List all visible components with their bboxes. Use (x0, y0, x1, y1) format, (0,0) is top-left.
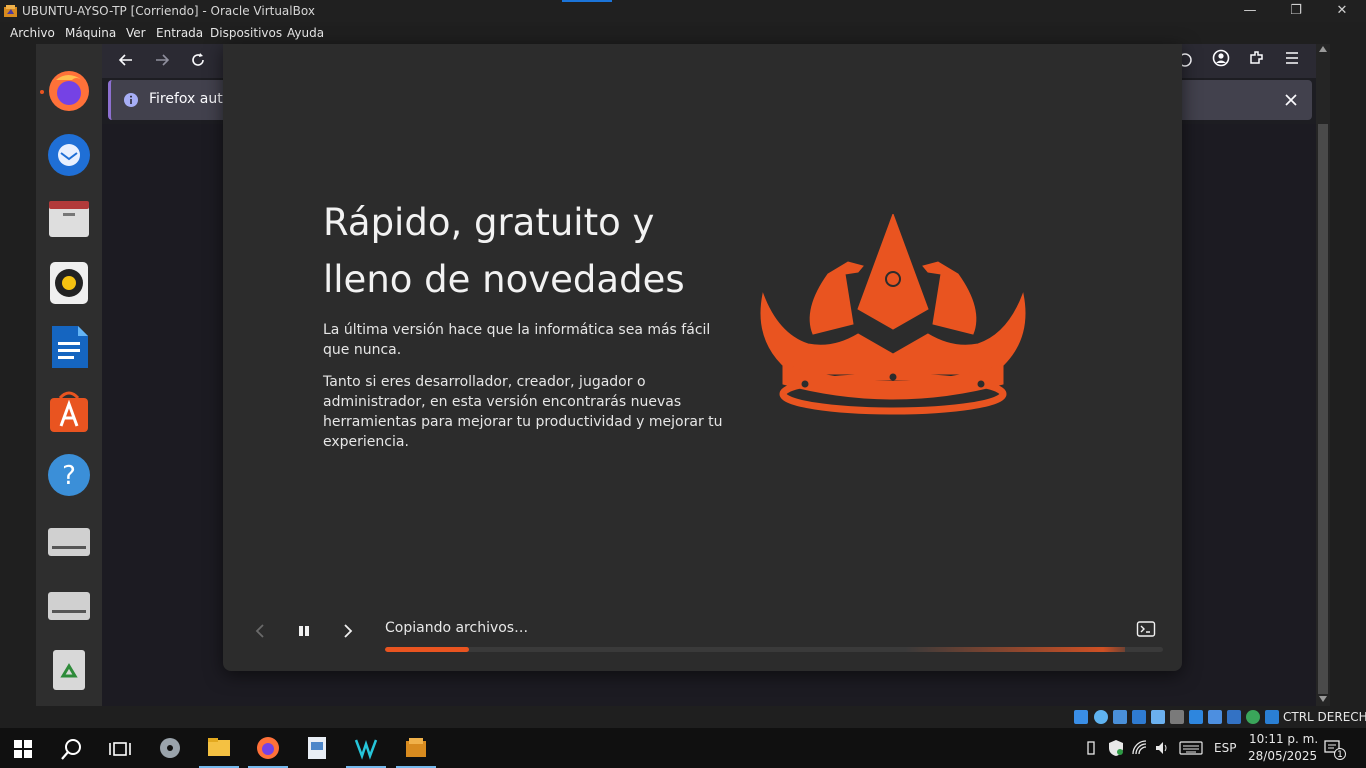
maximize-button[interactable]: ❐ (1273, 0, 1319, 22)
notification-count-badge: 1 (1334, 748, 1346, 760)
network-icon[interactable] (1132, 710, 1146, 724)
wifi-icon[interactable] (1132, 740, 1148, 756)
dvd-player-icon (160, 738, 180, 758)
file-explorer-icon (208, 738, 230, 756)
progress-fill (385, 647, 470, 652)
running-indicator (40, 90, 44, 94)
terminal-icon[interactable] (1136, 620, 1156, 638)
app-center-icon[interactable] (46, 388, 92, 434)
thunderbird-icon[interactable] (46, 132, 92, 178)
clock-time[interactable]: 10:11 p. m. (1249, 732, 1318, 746)
slide-paragraph-2: Tanto si eres desarrollador, creador, ju… (323, 374, 723, 450)
menu-dispositivos[interactable]: Dispositivos (210, 26, 282, 40)
slide-paragraph-1: La última versión hace que la informátic… (323, 322, 711, 358)
firefox-icon (257, 737, 279, 759)
display-icon[interactable] (1189, 710, 1203, 724)
volume-icon[interactable] (1154, 740, 1170, 756)
taskbar-app-virtualbox-manager[interactable] (346, 732, 386, 768)
virtualbox-icon (406, 738, 426, 757)
install-status-text: Copiando archivos… (385, 620, 529, 636)
close-button[interactable]: ✕ (1319, 0, 1365, 22)
headline-line-2: lleno de novedades (323, 258, 685, 301)
drive-icon[interactable] (46, 582, 92, 628)
ubuntu-dock: ? (36, 44, 102, 706)
install-progress-bar (385, 647, 1163, 652)
extensions-icon[interactable] (1248, 49, 1266, 67)
recording-icon[interactable] (1208, 710, 1222, 724)
headline-line-1: Rápido, gratuito y (323, 201, 655, 244)
pause-icon[interactable] (296, 622, 312, 640)
menu-bar: Archivo Máquina Ver Entrada Dispositivos… (0, 22, 1366, 44)
hamburger-menu-icon[interactable] (1284, 50, 1300, 66)
hard-disk-icon[interactable] (1074, 710, 1088, 724)
writer-icon[interactable] (46, 324, 92, 370)
virtualization-icon[interactable] (1227, 710, 1241, 724)
optical-drive-icon[interactable] (1094, 710, 1108, 724)
menu-entrada[interactable]: Entrada (156, 26, 203, 40)
task-view-icon[interactable] (109, 739, 131, 759)
search-icon[interactable] (60, 737, 84, 761)
files-icon[interactable] (46, 196, 92, 242)
language-indicator[interactable]: ESP (1214, 741, 1236, 755)
taskbar-app-document[interactable] (297, 732, 337, 768)
progress-animation (905, 647, 1125, 652)
virtualbox-manager-icon (354, 739, 378, 760)
window-title-bar: UBUNTU-AYSO-TP [Corriendo] - Oracle Virt… (0, 0, 1366, 22)
account-icon[interactable] (1212, 49, 1230, 67)
taskbar-app-firefox[interactable] (248, 732, 288, 768)
slide-headline: Rápido, gratuito y lleno de novedades (323, 194, 743, 308)
windows-taskbar: ESP 10:11 p. m. 28/05/2025 1 (0, 728, 1366, 768)
windows-start-icon[interactable] (14, 740, 32, 758)
previous-slide-icon[interactable] (251, 620, 269, 642)
menu-maquina[interactable]: Máquina (65, 26, 116, 40)
scrollbar-thumb[interactable] (1318, 124, 1328, 694)
title-accent-bar (562, 0, 612, 2)
taskbar-app-virtualbox-vm[interactable] (396, 732, 436, 768)
usb-tray-icon[interactable] (1086, 740, 1096, 756)
virtualbox-status-bar: CTRL DERECHA (0, 706, 1366, 728)
keyboard-icon[interactable] (1179, 741, 1203, 755)
vm-scrollbar[interactable] (1316, 44, 1330, 706)
ubuntu-crown-logo (760, 214, 1026, 415)
minimize-button[interactable]: — (1227, 0, 1273, 22)
info-icon (124, 93, 138, 107)
window-title: UBUNTU-AYSO-TP [Corriendo] - Oracle Virt… (22, 4, 315, 18)
menu-ayuda[interactable]: Ayuda (287, 26, 324, 40)
usb-icon[interactable] (1151, 710, 1165, 724)
document-viewer-icon (308, 737, 326, 759)
audio-icon[interactable] (1113, 710, 1127, 724)
host-key-label: CTRL DERECHA (1283, 710, 1366, 724)
forward-icon[interactable] (154, 52, 170, 68)
virtualbox-icon (4, 5, 17, 17)
reload-icon[interactable] (190, 52, 206, 68)
taskbar-app-explorer[interactable] (199, 732, 239, 768)
cpu-activity-icon[interactable] (1246, 710, 1260, 724)
menu-ver[interactable]: Ver (126, 26, 146, 40)
drive-icon[interactable] (46, 518, 92, 564)
scroll-up-icon[interactable] (1319, 46, 1327, 52)
back-icon[interactable] (118, 52, 134, 68)
clock-date[interactable]: 28/05/2025 (1248, 749, 1317, 763)
close-notification-icon[interactable] (1283, 92, 1299, 108)
menu-archivo[interactable]: Archivo (10, 26, 55, 40)
help-icon[interactable]: ? (46, 452, 92, 498)
security-shield-icon[interactable] (1108, 739, 1124, 757)
scroll-down-icon[interactable] (1319, 696, 1327, 702)
rhythmbox-icon[interactable] (46, 260, 92, 306)
next-slide-icon[interactable] (339, 620, 357, 642)
firefox-icon[interactable] (46, 68, 92, 114)
trash-icon[interactable] (46, 646, 92, 692)
svg-text:?: ? (62, 461, 76, 491)
taskbar-app-dvd[interactable] (150, 732, 190, 768)
shared-folders-icon[interactable] (1170, 710, 1184, 724)
notification-text: Firefox auto (149, 91, 232, 107)
mouse-integration-icon[interactable] (1265, 710, 1279, 724)
installer-dialog: Rápido, gratuito y lleno de novedades La… (223, 44, 1182, 671)
